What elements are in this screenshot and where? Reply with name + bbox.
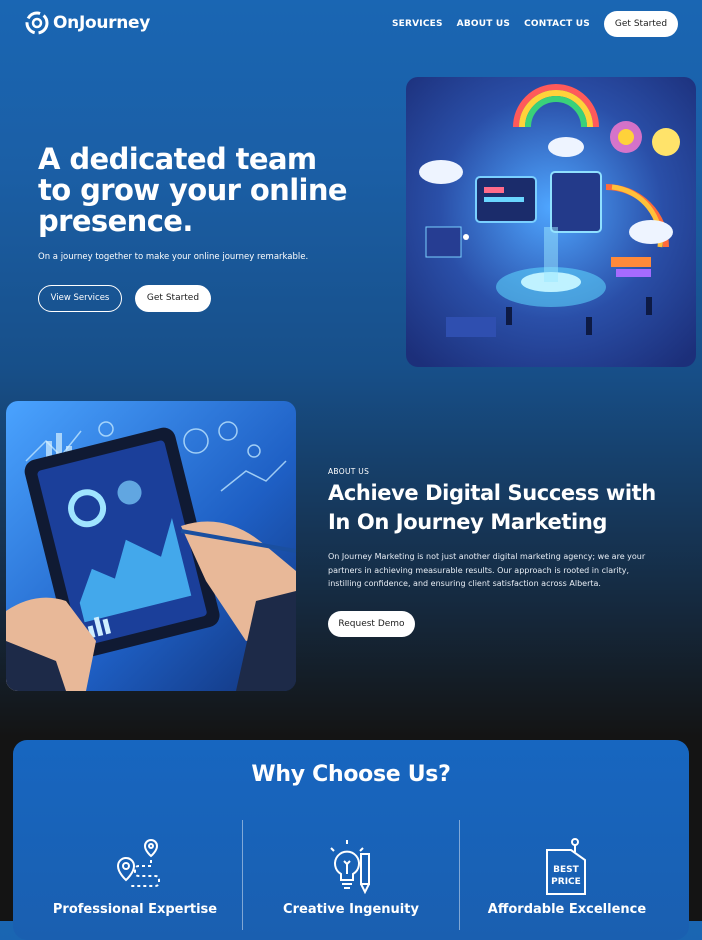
why-choose-us-section: Why Choose Us? Professional Expertise Cr… bbox=[13, 740, 689, 940]
brand-logo[interactable]: OnJourney bbox=[25, 11, 150, 35]
feature-divider bbox=[242, 820, 243, 930]
brand-name: OnJourney bbox=[53, 13, 151, 33]
hero-title: A dedicated team to grow your online pre… bbox=[38, 142, 348, 238]
about-section-label: ABOUT US bbox=[328, 467, 370, 476]
logo-swirl-icon bbox=[25, 11, 49, 35]
nav-link-about[interactable]: ABOUT US bbox=[457, 19, 510, 29]
best-price-tag-icon: BEST PRICE bbox=[546, 838, 586, 895]
feature-label-affordable: Affordable Excellence bbox=[487, 902, 647, 917]
tag-text-price: PRICE bbox=[551, 877, 581, 887]
nav-get-started-button[interactable]: Get Started bbox=[604, 11, 678, 37]
hero-digital-marketing-illustration bbox=[406, 77, 696, 367]
about-description: On Journey Marketing is not just another… bbox=[328, 552, 646, 588]
request-demo-button[interactable]: Request Demo bbox=[328, 611, 415, 637]
route-map-icon bbox=[116, 839, 160, 887]
nav-link-contact[interactable]: CONTACT US bbox=[524, 19, 590, 29]
feature-label-expertise: Professional Expertise bbox=[52, 902, 218, 917]
nav-links: SERVICES ABOUT US CONTACT US Get Started bbox=[392, 11, 702, 37]
about-title: Achieve Digital Success with In On Journ… bbox=[328, 481, 656, 534]
view-services-button[interactable]: View Services bbox=[38, 285, 122, 312]
hero-subtitle: On a journey together to make your onlin… bbox=[38, 252, 309, 262]
nav-link-services[interactable]: SERVICES bbox=[392, 19, 443, 29]
feature-divider bbox=[459, 820, 460, 930]
why-title: Why Choose Us? bbox=[251, 762, 451, 787]
feature-label-creative: Creative Ingenuity bbox=[283, 902, 419, 917]
lightbulb-pencil-icon bbox=[330, 840, 370, 895]
tablet-analytics-illustration bbox=[6, 401, 296, 691]
top-navbar: OnJourney SERVICES ABOUT US CONTACT US G… bbox=[0, 0, 702, 52]
hero-get-started-button[interactable]: Get Started bbox=[135, 285, 211, 312]
tag-text-best: BEST bbox=[553, 865, 579, 875]
